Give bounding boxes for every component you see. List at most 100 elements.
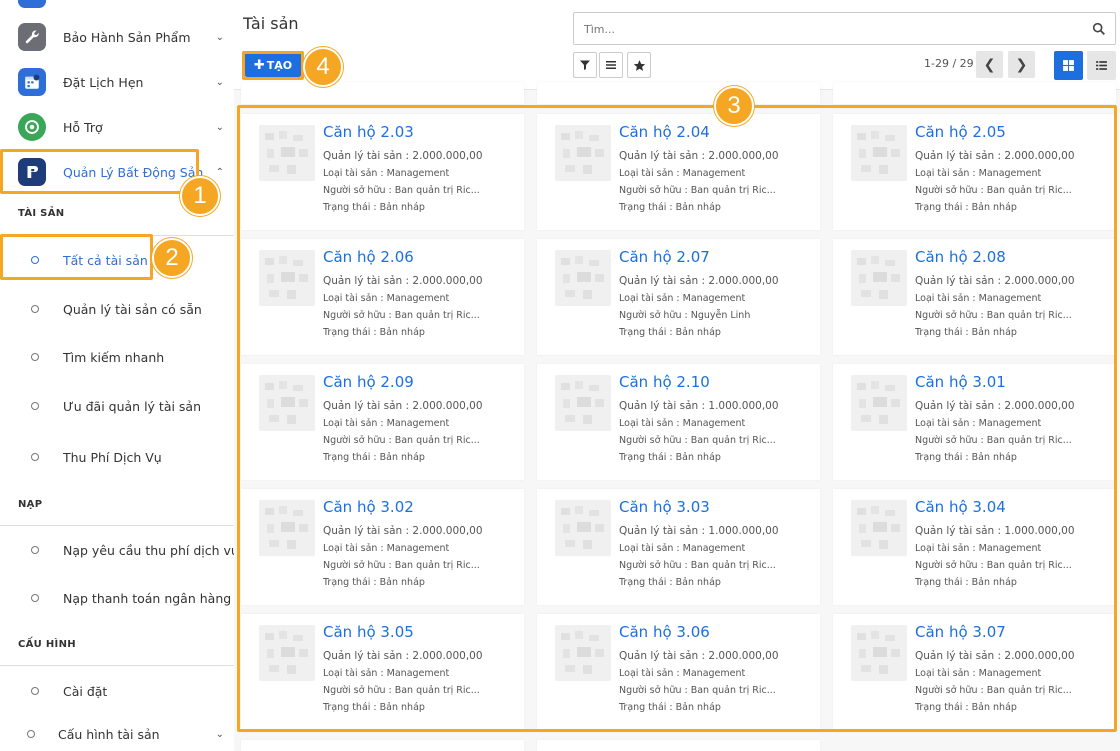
kanban-card[interactable]: Căn hộ 3.04 Quản lý tài sản : 1.000.000,0… xyxy=(833,489,1116,605)
card-owner: Người sở hữu : Nguyễn Linh xyxy=(619,310,751,321)
card-title[interactable]: Căn hộ 2.10 xyxy=(619,373,710,391)
menu-item-asset-promotions[interactable]: Ưu đãi quản lý tài sản xyxy=(0,391,234,421)
kanban-card[interactable]: Căn hộ 3.02 Quản lý tài sản : 2.000.000,0… xyxy=(241,489,524,605)
chevron-down-icon: ⌄ xyxy=(215,728,224,740)
card-management-fee: Quản lý tài sản : 2.000.000,00 xyxy=(323,650,483,662)
section-title-assets: TÀI SẢN xyxy=(18,208,65,219)
step-badge-3: 3 xyxy=(714,86,754,126)
favorites-button[interactable] xyxy=(627,52,651,78)
app-warranty[interactable]: Bảo Hành Sản Phẩm ⌄ xyxy=(0,17,234,57)
kanban-card-partial[interactable] xyxy=(833,82,1116,104)
kanban-card[interactable]: Căn hộ 2.04 Quản lý tài sản : 2.000.000,0… xyxy=(537,114,820,230)
card-management-fee: Quản lý tài sản : 2.000.000,00 xyxy=(619,650,779,662)
card-owner: Người sở hữu : Ban quản trị Ric... xyxy=(323,185,480,196)
menu-item-asset-config[interactable]: Cấu hình tài sản ⌄ xyxy=(0,719,234,749)
menu-item-label: Tất cả tài sản xyxy=(63,252,148,268)
menu-item-available-assets[interactable]: Quản lý tài sản có sẵn xyxy=(0,294,234,324)
kanban-card-partial[interactable] xyxy=(241,82,524,104)
card-title[interactable]: Căn hộ 2.07 xyxy=(619,248,710,266)
kanban-card[interactable]: Căn hộ 2.08 Quản lý tài sản : 2.000.000,0… xyxy=(833,239,1116,355)
card-owner: Người sở hữu : Ban quản trị Ric... xyxy=(323,435,480,446)
card-title[interactable]: Căn hộ 3.01 xyxy=(915,373,1006,391)
card-title[interactable]: Căn hộ 3.05 xyxy=(323,623,414,641)
kanban-card[interactable]: Căn hộ 3.01 Quản lý tài sản : 2.000.000,0… xyxy=(833,364,1116,480)
kanban-card[interactable]: Căn hộ 2.07 Quản lý tài sản : 2.000.000,0… xyxy=(537,239,820,355)
card-asset-type: Loại tài sản : Management xyxy=(619,668,746,679)
card-title[interactable]: Căn hộ 2.06 xyxy=(323,248,414,266)
app-support[interactable]: Hỗ Trợ ⌄ xyxy=(0,107,234,147)
step-badge-4: 4 xyxy=(303,47,343,87)
card-title[interactable]: Căn hộ 2.03 xyxy=(323,123,414,141)
control-panel: Tài sản ✚ TẠO 1-29 / 29 ❮ ❯ xyxy=(234,0,1120,90)
card-asset-type: Loại tài sản : Management xyxy=(323,543,450,554)
pager-previous-button[interactable]: ❮ xyxy=(976,51,1003,78)
kanban-card-partial[interactable] xyxy=(241,740,524,751)
card-owner: Người sở hữu : Ban quản trị Ric... xyxy=(915,685,1072,696)
asset-image xyxy=(851,375,907,431)
menu-item-settings[interactable]: Cài đặt xyxy=(0,676,234,706)
pager-next-button[interactable]: ❯ xyxy=(1008,51,1035,78)
menu-item-service-fees[interactable]: Thu Phí Dịch Vụ xyxy=(0,442,234,472)
kanban-card[interactable]: Căn hộ 3.03 Quản lý tài sản : 1.000.000,0… xyxy=(537,489,820,605)
card-title[interactable]: Căn hộ 2.09 xyxy=(323,373,414,391)
card-management-fee: Quản lý tài sản : 2.000.000,00 xyxy=(323,525,483,537)
card-title[interactable]: Căn hộ 3.06 xyxy=(619,623,710,641)
filter-icon xyxy=(580,60,590,70)
card-owner: Người sở hữu : Ban quản trị Ric... xyxy=(323,560,480,571)
pager-value[interactable]: 1-29 / 29 xyxy=(924,57,974,70)
bullet-icon xyxy=(31,402,39,410)
card-title[interactable]: Căn hộ 2.05 xyxy=(915,123,1006,141)
card-status: Trạng thái : Bản nháp xyxy=(915,452,1017,463)
menu-item-label: Thu Phí Dịch Vụ xyxy=(63,449,162,465)
card-title[interactable]: Căn hộ 3.04 xyxy=(915,498,1006,516)
kanban-card[interactable]: Căn hộ 2.09 Quản lý tài sản : 2.000.000,0… xyxy=(241,364,524,480)
kanban-card[interactable]: Căn hộ 2.05 Quản lý tài sản : 2.000.000,0… xyxy=(833,114,1116,230)
asset-image xyxy=(555,375,611,431)
asset-image xyxy=(555,500,611,556)
asset-image xyxy=(555,250,611,306)
kanban-card[interactable]: Căn hộ 2.06 Quản lý tài sản : 2.000.000,0… xyxy=(241,239,524,355)
app-appointment[interactable]: Đặt Lịch Hẹn ⌄ xyxy=(0,62,234,102)
card-title[interactable]: Căn hộ 3.07 xyxy=(915,623,1006,641)
kanban-card[interactable]: Căn hộ 3.06 Quản lý tài sản : 2.000.000,0… xyxy=(537,614,820,730)
card-title[interactable]: Căn hộ 2.08 xyxy=(915,248,1006,266)
grid-icon xyxy=(1063,60,1074,71)
card-status: Trạng thái : Bản nháp xyxy=(915,577,1017,588)
group-by-button[interactable] xyxy=(599,52,623,78)
star-icon xyxy=(633,59,645,71)
kanban-card[interactable]: Căn hộ 2.10 Quản lý tài sản : 1.000.000,0… xyxy=(537,364,820,480)
card-owner: Người sở hữu : Ban quản trị Ric... xyxy=(619,185,776,196)
bullet-icon xyxy=(31,594,39,602)
kanban-view-button[interactable] xyxy=(1054,51,1083,80)
asset-image xyxy=(851,625,907,681)
card-asset-type: Loại tài sản : Management xyxy=(323,168,450,179)
card-title[interactable]: Căn hộ 3.02 xyxy=(323,498,414,516)
menu-item-quick-search[interactable]: Tìm kiếm nhanh xyxy=(0,342,234,372)
kanban-card[interactable]: Căn hộ 3.07 Quản lý tài sản : 2.000.000,0… xyxy=(833,614,1116,730)
card-status: Trạng thái : Bản nháp xyxy=(915,327,1017,338)
card-status: Trạng thái : Bản nháp xyxy=(619,202,721,213)
card-status: Trạng thái : Bản nháp xyxy=(619,702,721,713)
kanban-card-partial[interactable] xyxy=(537,740,820,751)
kanban-card[interactable]: Căn hộ 3.05 Quản lý tài sản : 2.000.000,0… xyxy=(241,614,524,730)
kanban-card-partial[interactable] xyxy=(537,82,820,104)
menu-item-import-fee-requests[interactable]: Nạp yêu cầu thu phí dịch vụ xyxy=(0,535,234,565)
app-icon-partial[interactable] xyxy=(18,0,46,8)
kanban-card[interactable]: Căn hộ 2.03 Quản lý tài sản : 2.000.000,0… xyxy=(241,114,524,230)
create-button[interactable]: ✚ TẠO xyxy=(245,53,301,77)
divider xyxy=(0,235,234,236)
menu-item-all-assets[interactable]: Tất cả tài sản xyxy=(0,245,234,275)
card-title[interactable]: Căn hộ 2.04 xyxy=(619,123,710,141)
main-content: Tài sản ✚ TẠO 1-29 / 29 ❮ ❯ xyxy=(234,0,1120,751)
card-management-fee: Quản lý tài sản : 2.000.000,00 xyxy=(323,275,483,287)
search-icon[interactable] xyxy=(1091,21,1107,37)
asset-image xyxy=(851,250,907,306)
divider xyxy=(0,665,234,666)
menu-item-import-bank-payments[interactable]: Nạp thanh toán ngân hàng xyxy=(0,583,234,613)
filter-button[interactable] xyxy=(573,52,597,78)
search-input[interactable] xyxy=(584,20,1074,38)
list-view-button[interactable] xyxy=(1087,51,1116,80)
card-title[interactable]: Căn hộ 3.03 xyxy=(619,498,710,516)
menu-item-label: Ưu đãi quản lý tài sản xyxy=(63,398,202,414)
card-asset-type: Loại tài sản : Management xyxy=(619,543,746,554)
